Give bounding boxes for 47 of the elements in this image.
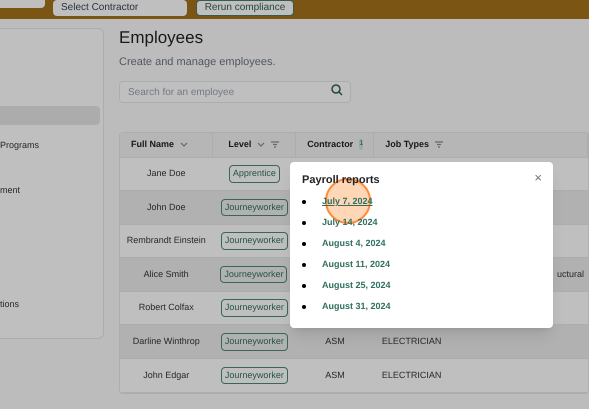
column-header[interactable]: Full Name [131, 138, 174, 152]
chevron-down-icon [180, 142, 188, 148]
chevron-down-icon [257, 142, 266, 148]
table-cell-text: ASM [325, 368, 345, 382]
table-cell-text: Darline Winthrop [132, 335, 200, 348]
table-cell-text: ELECTRICIAN [382, 368, 442, 382]
table-cell-text: Rembrandt Einstein [126, 234, 206, 248]
page-subtitle: Create and manage employees. [119, 55, 277, 70]
report-link[interactable]: August 4, 2024 [322, 237, 386, 251]
level-tag: Journeyworker [220, 333, 288, 351]
table-cell-text: ASM [325, 335, 345, 348]
table-cell-text: ELECTRICIAN [382, 335, 442, 348]
level-tag: Journeyworker [220, 299, 288, 317]
table-cell-text: Jane Doe [147, 167, 186, 180]
bullet-icon [302, 200, 306, 204]
column-header[interactable]: Level [228, 138, 252, 152]
level-tag: Journeyworker [220, 266, 288, 284]
bullet-icon [302, 263, 306, 267]
filter-icon[interactable] [435, 141, 444, 148]
contractor-dropdown[interactable]: Select Contractor [53, 0, 187, 16]
level-tag: Journeyworker [220, 198, 288, 216]
bullet-icon [302, 221, 306, 225]
level-tag: Journeyworker [220, 366, 288, 384]
column-header[interactable]: Job Types [385, 138, 430, 152]
bullet-icon [302, 284, 306, 288]
search-icon [331, 84, 343, 96]
sidebar-item[interactable]: Programs [0, 136, 100, 155]
page-title: Employees [119, 28, 204, 48]
table-cell-text: Alice Smith [144, 268, 189, 281]
column-header[interactable]: Contractor [307, 138, 354, 152]
filter-icon[interactable] [271, 141, 280, 148]
report-link[interactable]: August 11, 2024 [322, 258, 390, 272]
table-cell-text: Robert Colfax [138, 301, 194, 314]
report-link[interactable]: August 25, 2024 [322, 279, 391, 293]
rerun-compliance-button[interactable]: Rerun compliance [196, 0, 294, 16]
close-button[interactable]: × [534, 170, 542, 186]
table-cell-text: uctural [557, 268, 584, 281]
sidebar-item[interactable]: tions [0, 295, 100, 314]
table-cell-text: John Edgar [143, 368, 190, 382]
search-field[interactable]: Search for an employee [119, 81, 351, 103]
bullet-icon [302, 242, 306, 246]
report-link[interactable]: August 31, 2024 [322, 300, 391, 314]
table-cell-text: John Doe [147, 200, 186, 214]
sidebar-item[interactable]: ment [0, 181, 100, 200]
level-tag: Apprentice [228, 165, 280, 183]
bullet-icon [302, 305, 306, 309]
level-tag: Journeyworker [220, 232, 288, 250]
